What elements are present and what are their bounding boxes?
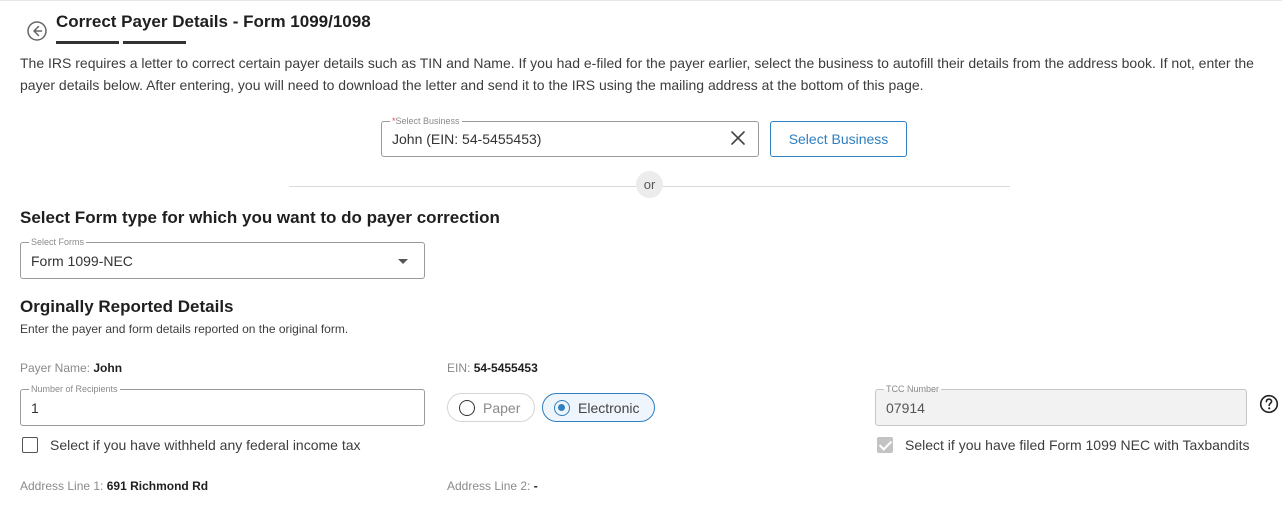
original-details-subheading: Enter the payer and form details reporte…: [20, 322, 349, 336]
select-business-button[interactable]: Select Business: [770, 121, 907, 157]
withheld-tax-label: Select if you have withheld any federal …: [50, 437, 361, 453]
top-border: [0, 0, 1282, 1]
radio-electronic[interactable]: Electronic: [542, 393, 655, 422]
arrow-left-circle-icon[interactable]: [26, 20, 48, 42]
checkbox-checked-icon: [877, 437, 893, 453]
tcc-number-value: 07914: [886, 400, 925, 416]
title-underline: [123, 41, 186, 44]
address-line-2: Address Line 2: -: [447, 479, 538, 493]
radio-checked-icon: [554, 399, 570, 416]
ein: EIN: 54-5455453: [447, 361, 538, 375]
original-details-heading: Orginally Reported Details: [20, 297, 234, 316]
form-type-heading: Select Form type for which you want to d…: [20, 208, 500, 227]
close-icon[interactable]: [730, 130, 746, 146]
select-forms-dropdown[interactable]: Select Forms Form 1099-NEC: [20, 236, 425, 279]
select-forms-value: Form 1099-NEC: [31, 253, 133, 269]
intro-text: The IRS requires a letter to correct cer…: [20, 55, 1254, 93]
filed-with-taxbandits-label: Select if you have filed Form 1099 NEC w…: [905, 437, 1250, 453]
title-underline: [56, 41, 119, 44]
tcc-number-input: TCC Number 07914: [875, 383, 1247, 426]
or-badge: or: [636, 171, 663, 198]
radio-paper-label: Paper: [483, 399, 521, 416]
select-business-field[interactable]: *Select Business John (EIN: 54-5455453): [381, 115, 759, 157]
number-of-recipients-value: 1: [31, 400, 39, 416]
select-forms-label: Select Forms: [29, 236, 87, 248]
checkbox-unchecked-icon[interactable]: [22, 437, 38, 453]
payer-name: Payer Name: John: [20, 361, 123, 375]
address-line-1: Address Line 1: 691 Richmond Rd: [20, 479, 209, 493]
radio-electronic-label: Electronic: [578, 399, 640, 416]
select-business-value: John (EIN: 54-5455453): [392, 131, 542, 147]
caret-down-icon: [398, 259, 408, 264]
withheld-tax-checkbox[interactable]: Select if you have withheld any federal …: [22, 437, 361, 453]
number-of-recipients-label: Number of Recipients: [29, 383, 120, 395]
radio-unchecked-icon: [459, 399, 475, 416]
page-title: Correct Payer Details - Form 1099/1098: [56, 12, 371, 31]
filed-with-taxbandits-checkbox: Select if you have filed Form 1099 NEC w…: [877, 437, 1249, 453]
question-circle-icon[interactable]: [1259, 394, 1279, 414]
tcc-number-label: TCC Number: [884, 383, 942, 395]
number-of-recipients-input[interactable]: Number of Recipients 1: [20, 383, 425, 426]
select-business-label: *Select Business: [390, 115, 462, 127]
radio-paper[interactable]: Paper: [447, 393, 535, 422]
